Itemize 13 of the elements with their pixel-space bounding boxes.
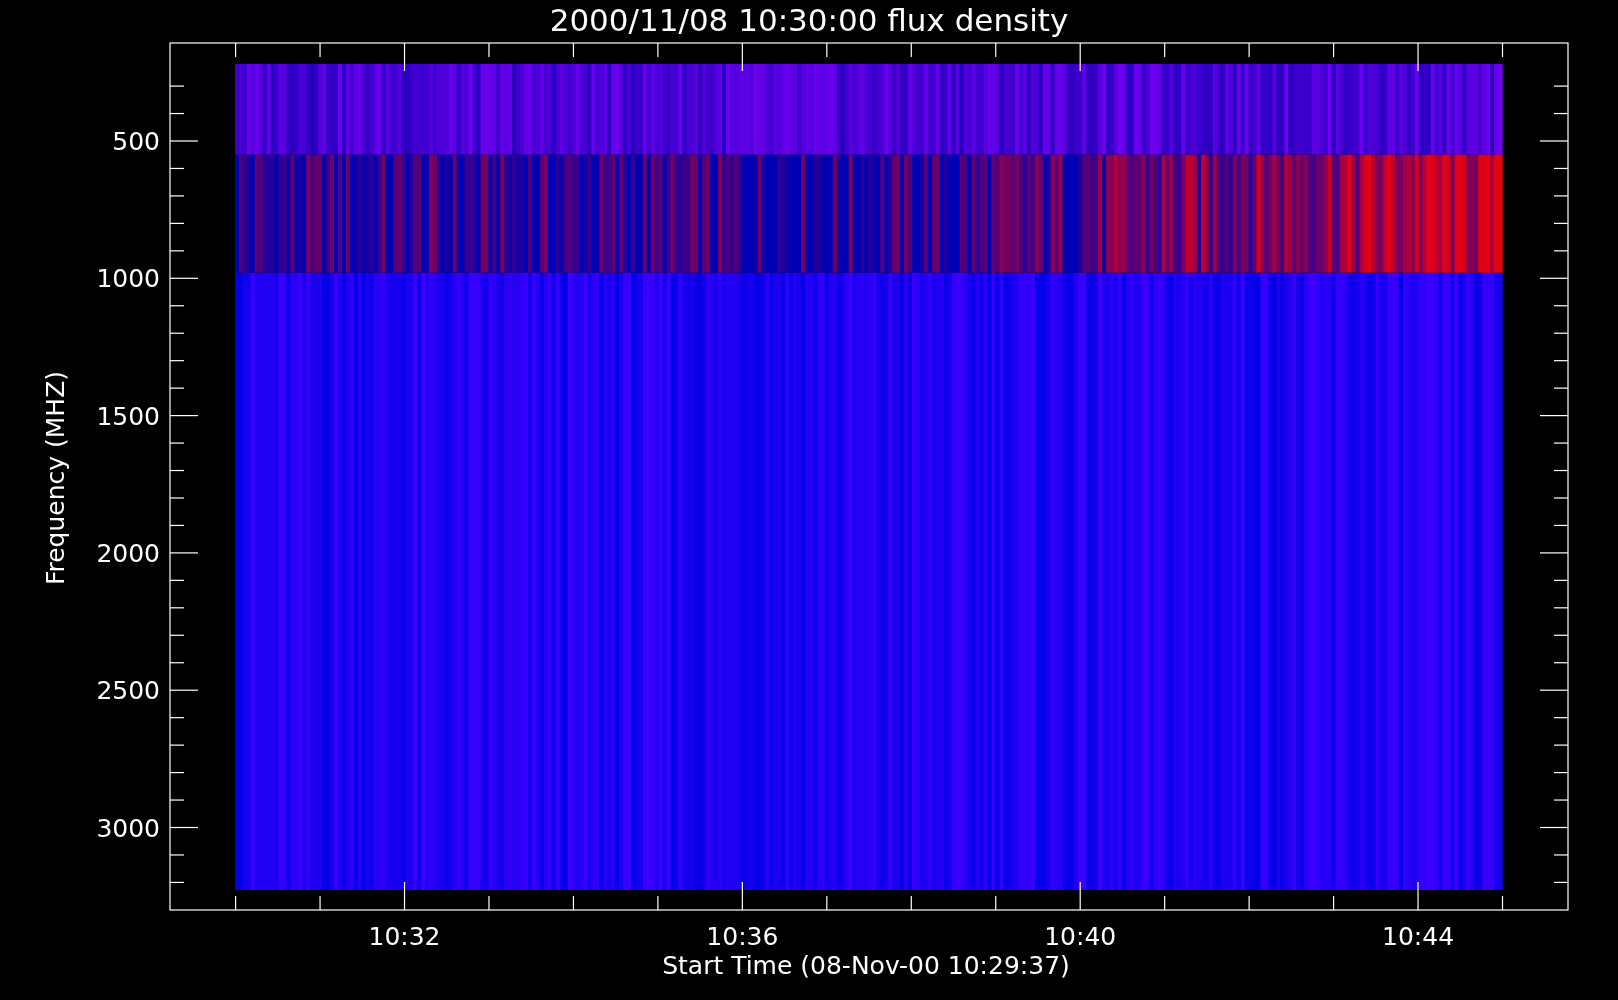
x-tick-label: 10:40 [1044,922,1117,951]
y-tick-label: 1500 [96,401,160,431]
chart-title: 2000/11/08 10:30:00 flux density [549,2,1069,38]
x-tick-label: 10:32 [368,922,441,951]
y-tick-label: 2500 [96,676,160,706]
y-axis-label: Frequency (MHZ) [41,370,70,586]
x-tick-label: 10:44 [1382,922,1455,951]
y-tick-label: 1000 [96,264,160,294]
y-tick-label: 3000 [96,813,160,843]
y-tick-label: 500 [112,127,160,156]
y-tick-label: 2000 [96,538,160,568]
x-tick-label: 10:36 [706,922,779,951]
x-axis-label: Start Time (08-Nov-00 10:29:37) [662,951,1070,980]
